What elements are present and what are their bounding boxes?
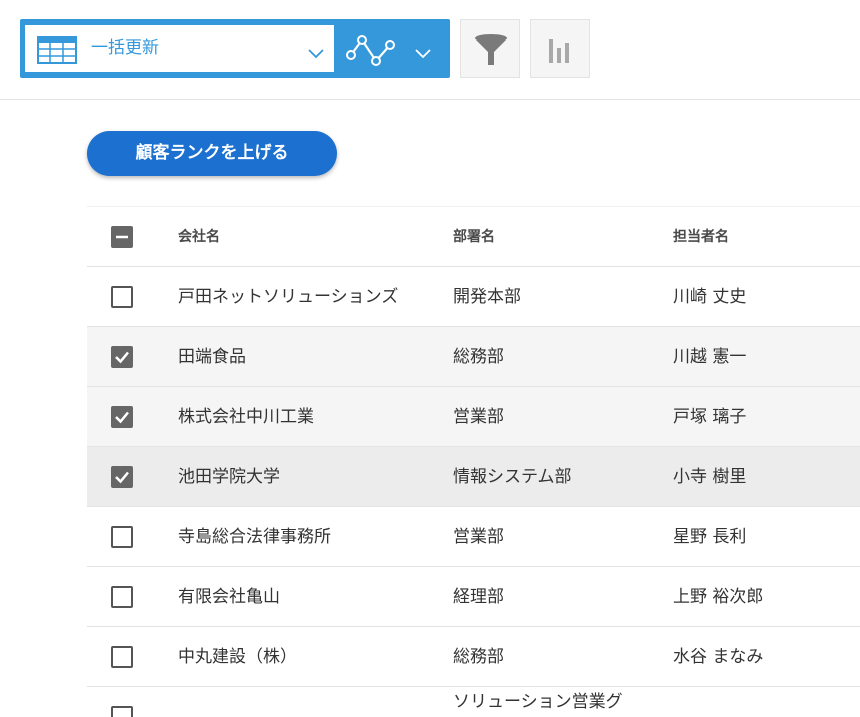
header-company[interactable]: 会社名 — [178, 207, 220, 267]
row-checkbox[interactable] — [111, 526, 133, 548]
checkmark-icon — [115, 411, 129, 424]
cell-company: 池田学院大学 — [178, 467, 280, 487]
checkmark-icon — [115, 471, 129, 484]
table-icon — [37, 36, 77, 68]
row-checkbox[interactable] — [111, 286, 133, 308]
table-row[interactable]: 田端食品 総務部 川越 憲一 — [87, 327, 860, 387]
cell-person: 戸塚 璃子 — [673, 407, 747, 427]
table-row[interactable]: 有限会社亀山 経理部 上野 裕次郎 — [87, 567, 860, 627]
filter-button[interactable] — [460, 19, 520, 78]
cell-company: 戸田ネットソリューションズ — [178, 287, 399, 307]
row-checkbox[interactable] — [111, 466, 133, 488]
cell-company: 中丸建設（株） — [178, 647, 297, 667]
customer-table: 会社名 部署名 担当者名 戸田ネットソリューションズ 開発本部 川崎 丈史 田端食品総… — [87, 206, 860, 717]
cell-department: 開発本部 — [453, 287, 521, 307]
cell-department: 営業部 — [453, 527, 504, 547]
row-checkbox[interactable] — [111, 706, 133, 717]
line-graph-icon[interactable] — [344, 31, 398, 67]
row-checkbox[interactable] — [111, 586, 133, 608]
cell-department: 情報システム部 — [453, 467, 572, 487]
table-header: 会社名 部署名 担当者名 — [87, 207, 860, 267]
chevron-down-icon[interactable] — [415, 44, 431, 63]
row-checkbox[interactable] — [111, 346, 133, 368]
table-row[interactable]: 寺島総合法律事務所 営業部 星野 長利 — [87, 507, 860, 567]
toolbar: 一括更新 — [0, 0, 860, 100]
row-checkbox[interactable] — [111, 406, 133, 428]
table-row[interactable]: 戸田ネットソリューションズ 開発本部 川崎 丈史 — [87, 267, 860, 327]
cell-person: 星野 長利 — [673, 527, 747, 547]
chart-button[interactable] — [530, 19, 590, 78]
checkmark-icon — [115, 351, 129, 364]
view-selector-group: 一括更新 — [20, 19, 450, 78]
row-checkbox[interactable] — [111, 646, 133, 668]
cell-company: 有限会社亀山 — [178, 587, 280, 607]
cell-department: 経理部 — [453, 587, 504, 607]
cell-department: 総務部 — [453, 347, 504, 367]
cell-company: 田端食品 — [178, 347, 246, 367]
table-row[interactable]: 株式会社中川工業 営業部 戸塚 璃子 — [87, 387, 860, 447]
cell-company: 寺島総合法律事務所 — [178, 527, 331, 547]
cell-department: ソリューション営業グ — [453, 692, 623, 712]
select-all-checkbox[interactable] — [111, 226, 133, 248]
cell-department: 総務部 — [453, 647, 504, 667]
header-person[interactable]: 担当者名 — [673, 207, 729, 267]
cell-department: 営業部 — [453, 407, 504, 427]
table-row[interactable]: 池田学院大学 情報システム部 小寺 樹里 — [87, 447, 860, 507]
table-row[interactable]: ソリューション営業グ — [87, 687, 860, 717]
view-label: 一括更新 — [91, 38, 159, 58]
chevron-down-icon — [308, 44, 324, 63]
cell-person: 川越 憲一 — [673, 347, 747, 367]
table-row[interactable]: 中丸建設（株） 総務部 水谷 まなみ — [87, 627, 860, 687]
cell-company: 株式会社中川工業 — [178, 407, 314, 427]
view-select[interactable]: 一括更新 — [25, 25, 334, 72]
rank-up-button[interactable]: 顧客ランクを上げる — [87, 131, 337, 176]
cell-person: 水谷 まなみ — [673, 647, 764, 667]
header-department[interactable]: 部署名 — [453, 207, 495, 267]
cell-person: 小寺 樹里 — [673, 467, 747, 487]
cell-person: 上野 裕次郎 — [673, 587, 764, 607]
cell-person: 川崎 丈史 — [673, 287, 747, 307]
